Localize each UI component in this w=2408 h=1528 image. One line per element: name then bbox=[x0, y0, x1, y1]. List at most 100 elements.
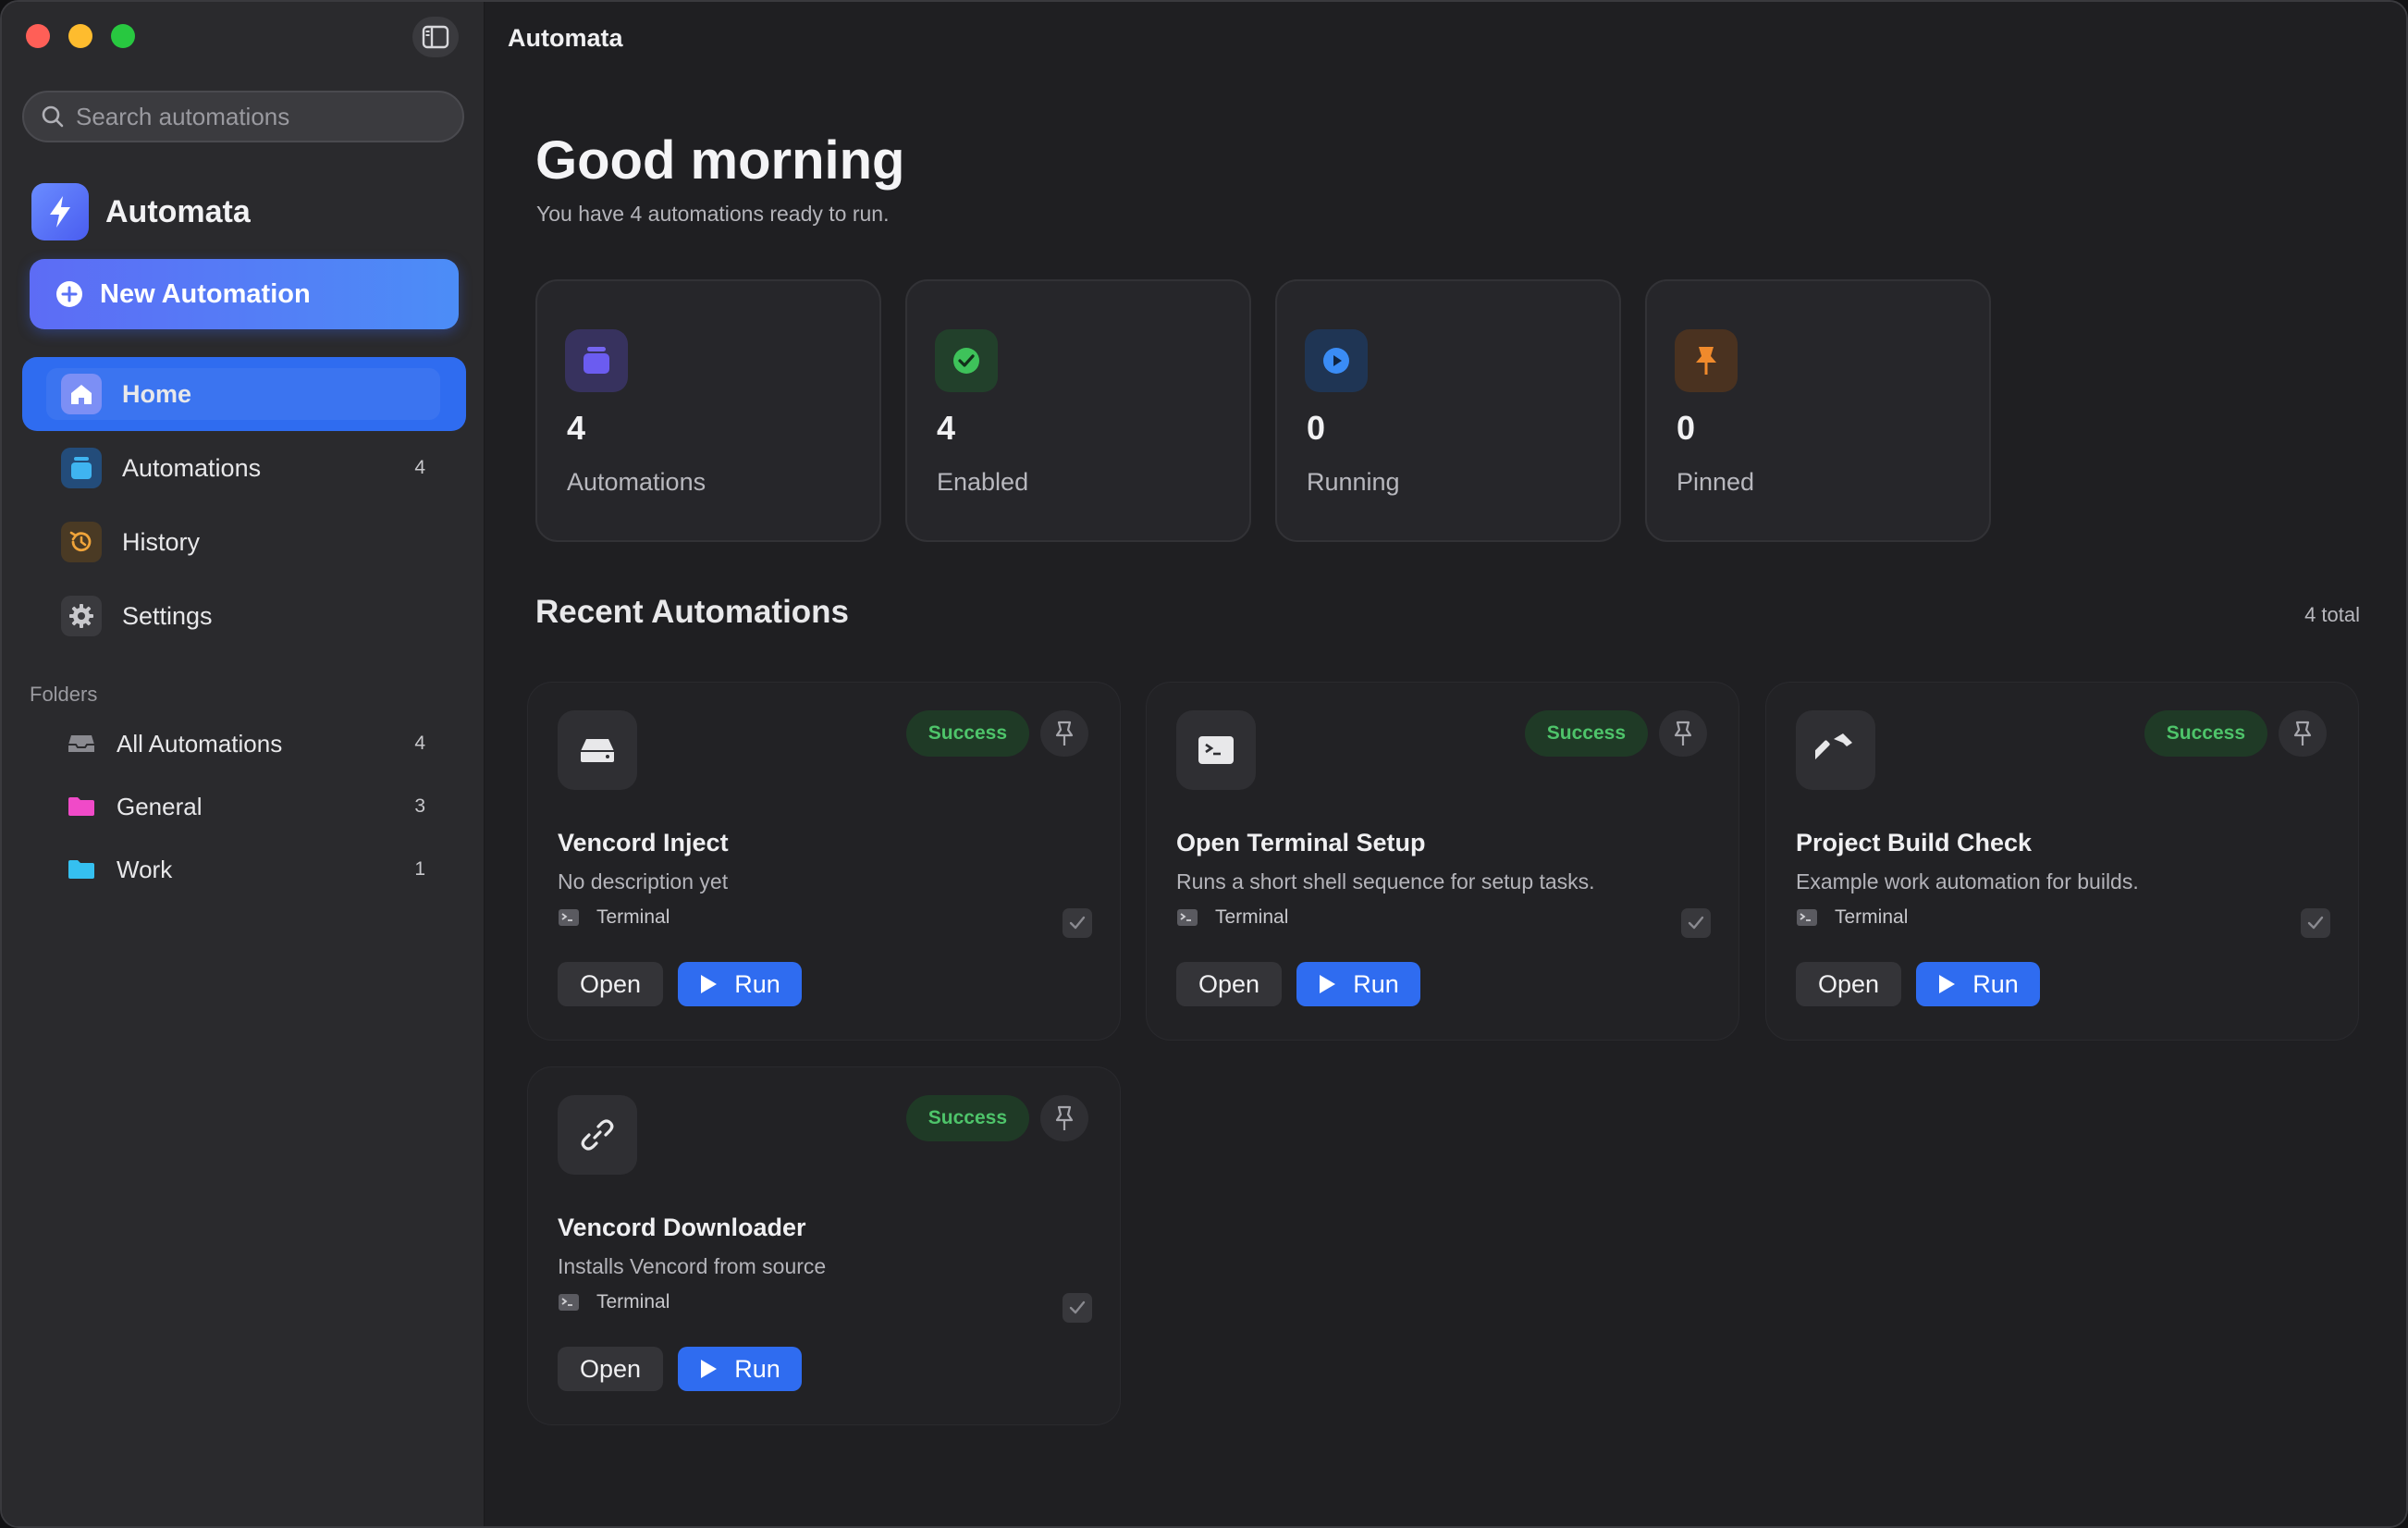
card-type: Terminal bbox=[1796, 906, 1908, 929]
enabled-checkbox[interactable] bbox=[1063, 1293, 1092, 1323]
run-button[interactable]: Run bbox=[1296, 962, 1420, 1006]
run-button[interactable]: Run bbox=[678, 962, 802, 1006]
card-type-label: Terminal bbox=[596, 1291, 670, 1312]
card-type-label: Terminal bbox=[1215, 906, 1289, 928]
pin-button[interactable] bbox=[1040, 1095, 1088, 1141]
open-button[interactable]: Open bbox=[1176, 962, 1282, 1006]
recent-automations-heading: Recent Automations bbox=[535, 594, 850, 630]
stat-value: 4 bbox=[937, 409, 956, 447]
pin-button[interactable] bbox=[1659, 710, 1707, 757]
minimize-window-button[interactable] bbox=[68, 24, 92, 48]
folder-item-general[interactable]: General 3 bbox=[22, 775, 466, 838]
pin-button[interactable] bbox=[1040, 710, 1088, 757]
home-icon bbox=[61, 374, 102, 414]
run-button-label: Run bbox=[1972, 969, 2019, 998]
terminal-icon bbox=[559, 1294, 579, 1311]
card-type-label: Terminal bbox=[596, 906, 670, 928]
stat-value: 4 bbox=[567, 409, 586, 447]
pin-icon bbox=[1055, 721, 1074, 746]
stat-value: 0 bbox=[1677, 409, 1696, 447]
main-content: Automata Good morning You have 4 automat… bbox=[485, 2, 2406, 1526]
sidebar-item-home[interactable]: Home bbox=[22, 357, 466, 431]
pin-button[interactable] bbox=[2279, 710, 2327, 757]
checkmark-icon bbox=[1069, 916, 1086, 930]
stat-value: 0 bbox=[1307, 409, 1326, 447]
checkmark-icon bbox=[1688, 916, 1704, 930]
sidebar-item-label: Home bbox=[122, 379, 192, 408]
stack-icon bbox=[61, 448, 102, 488]
sidebar: Automata New Automation Home bbox=[2, 2, 485, 1526]
run-button[interactable]: Run bbox=[678, 1347, 802, 1391]
enabled-checkbox[interactable] bbox=[1063, 908, 1092, 938]
new-automation-button[interactable]: New Automation bbox=[30, 259, 459, 329]
open-button[interactable]: Open bbox=[558, 1347, 663, 1391]
status-badge: Success bbox=[905, 1095, 1029, 1141]
folders-heading: Folders bbox=[30, 683, 98, 706]
pin-icon bbox=[1055, 1105, 1074, 1130]
folder-item-count: 1 bbox=[414, 858, 425, 880]
enabled-checkbox[interactable] bbox=[2301, 908, 2330, 938]
stat-card-enabled: 4 Enabled bbox=[905, 279, 1251, 542]
folder-item-count: 4 bbox=[414, 733, 425, 754]
sidebar-toggle-button[interactable] bbox=[412, 17, 459, 57]
zoom-window-button[interactable] bbox=[111, 24, 135, 48]
play-icon bbox=[701, 1360, 718, 1378]
automation-card[interactable]: Success Vencord Inject No description ye… bbox=[528, 683, 1120, 1040]
sidebar-nav: Home Automations 4 History Settings bbox=[22, 357, 466, 653]
terminal-icon bbox=[559, 909, 579, 926]
sidebar-item-automations[interactable]: Automations 4 bbox=[22, 431, 466, 505]
folder-item-label: All Automations bbox=[117, 729, 283, 758]
card-type: Terminal bbox=[558, 1291, 670, 1313]
history-icon bbox=[61, 522, 102, 562]
new-automation-label: New Automation bbox=[100, 278, 311, 309]
folder-icon bbox=[68, 797, 94, 816]
pin-icon bbox=[1675, 329, 1738, 392]
checkmark-icon bbox=[2307, 916, 2324, 930]
check-circle-icon bbox=[935, 329, 998, 392]
card-type-label: Terminal bbox=[1835, 906, 1909, 928]
stat-label: Automations bbox=[567, 468, 706, 496]
card-title: Vencord Downloader bbox=[558, 1214, 806, 1241]
brand: Automata bbox=[31, 183, 251, 240]
tray-icon bbox=[68, 735, 94, 752]
automation-card[interactable]: Success Open Terminal Setup Runs a short… bbox=[1147, 683, 1738, 1040]
sidebar-item-history[interactable]: History bbox=[22, 505, 466, 579]
pin-icon bbox=[1674, 721, 1692, 746]
stat-card-automations: 4 Automations bbox=[535, 279, 881, 542]
search-bar[interactable] bbox=[22, 91, 464, 142]
run-button-label: Run bbox=[734, 1354, 780, 1383]
search-input[interactable] bbox=[76, 102, 446, 131]
enabled-checkbox[interactable] bbox=[1681, 908, 1711, 938]
folder-item-label: Work bbox=[117, 855, 173, 883]
open-button[interactable]: Open bbox=[558, 962, 663, 1006]
play-icon bbox=[1320, 975, 1336, 993]
folder-item-label: General bbox=[117, 792, 203, 820]
folders-list: All Automations 4 General 3 Work 1 bbox=[22, 712, 466, 901]
plus-circle-icon bbox=[56, 281, 82, 307]
sidebar-item-settings[interactable]: Settings bbox=[22, 579, 466, 653]
sidebar-item-label: Automations bbox=[122, 453, 262, 482]
card-description: No description yet bbox=[558, 869, 729, 893]
stack-icon bbox=[565, 329, 628, 392]
checkmark-icon bbox=[1069, 1300, 1086, 1314]
bolt-icon bbox=[31, 183, 89, 240]
automation-card[interactable]: Success Project Build Check Example work… bbox=[1766, 683, 2358, 1040]
stat-label: Enabled bbox=[937, 468, 1029, 496]
page-subtitle: You have 4 automations ready to run. bbox=[536, 202, 890, 226]
folder-item-count: 3 bbox=[414, 795, 425, 817]
terminal-icon bbox=[1797, 909, 1817, 926]
card-description: Runs a short shell sequence for setup ta… bbox=[1176, 869, 1595, 893]
drive-icon bbox=[558, 710, 637, 790]
card-type: Terminal bbox=[558, 906, 670, 929]
close-window-button[interactable] bbox=[26, 24, 50, 48]
run-button[interactable]: Run bbox=[1916, 962, 2040, 1006]
folder-item-work[interactable]: Work 1 bbox=[22, 838, 466, 901]
status-badge: Success bbox=[2144, 710, 2267, 757]
card-title: Project Build Check bbox=[1796, 829, 2033, 856]
stats-row: 4 Automations 4 Enabled 0 Running 0 Pinn… bbox=[535, 279, 1991, 542]
sidebar-item-label: History bbox=[122, 527, 201, 556]
folder-item-all-automations[interactable]: All Automations 4 bbox=[22, 712, 466, 775]
automation-card[interactable]: Success Vencord Downloader Installs Venc… bbox=[528, 1067, 1120, 1424]
open-button[interactable]: Open bbox=[1796, 962, 1901, 1006]
stat-card-pinned: 0 Pinned bbox=[1645, 279, 1991, 542]
